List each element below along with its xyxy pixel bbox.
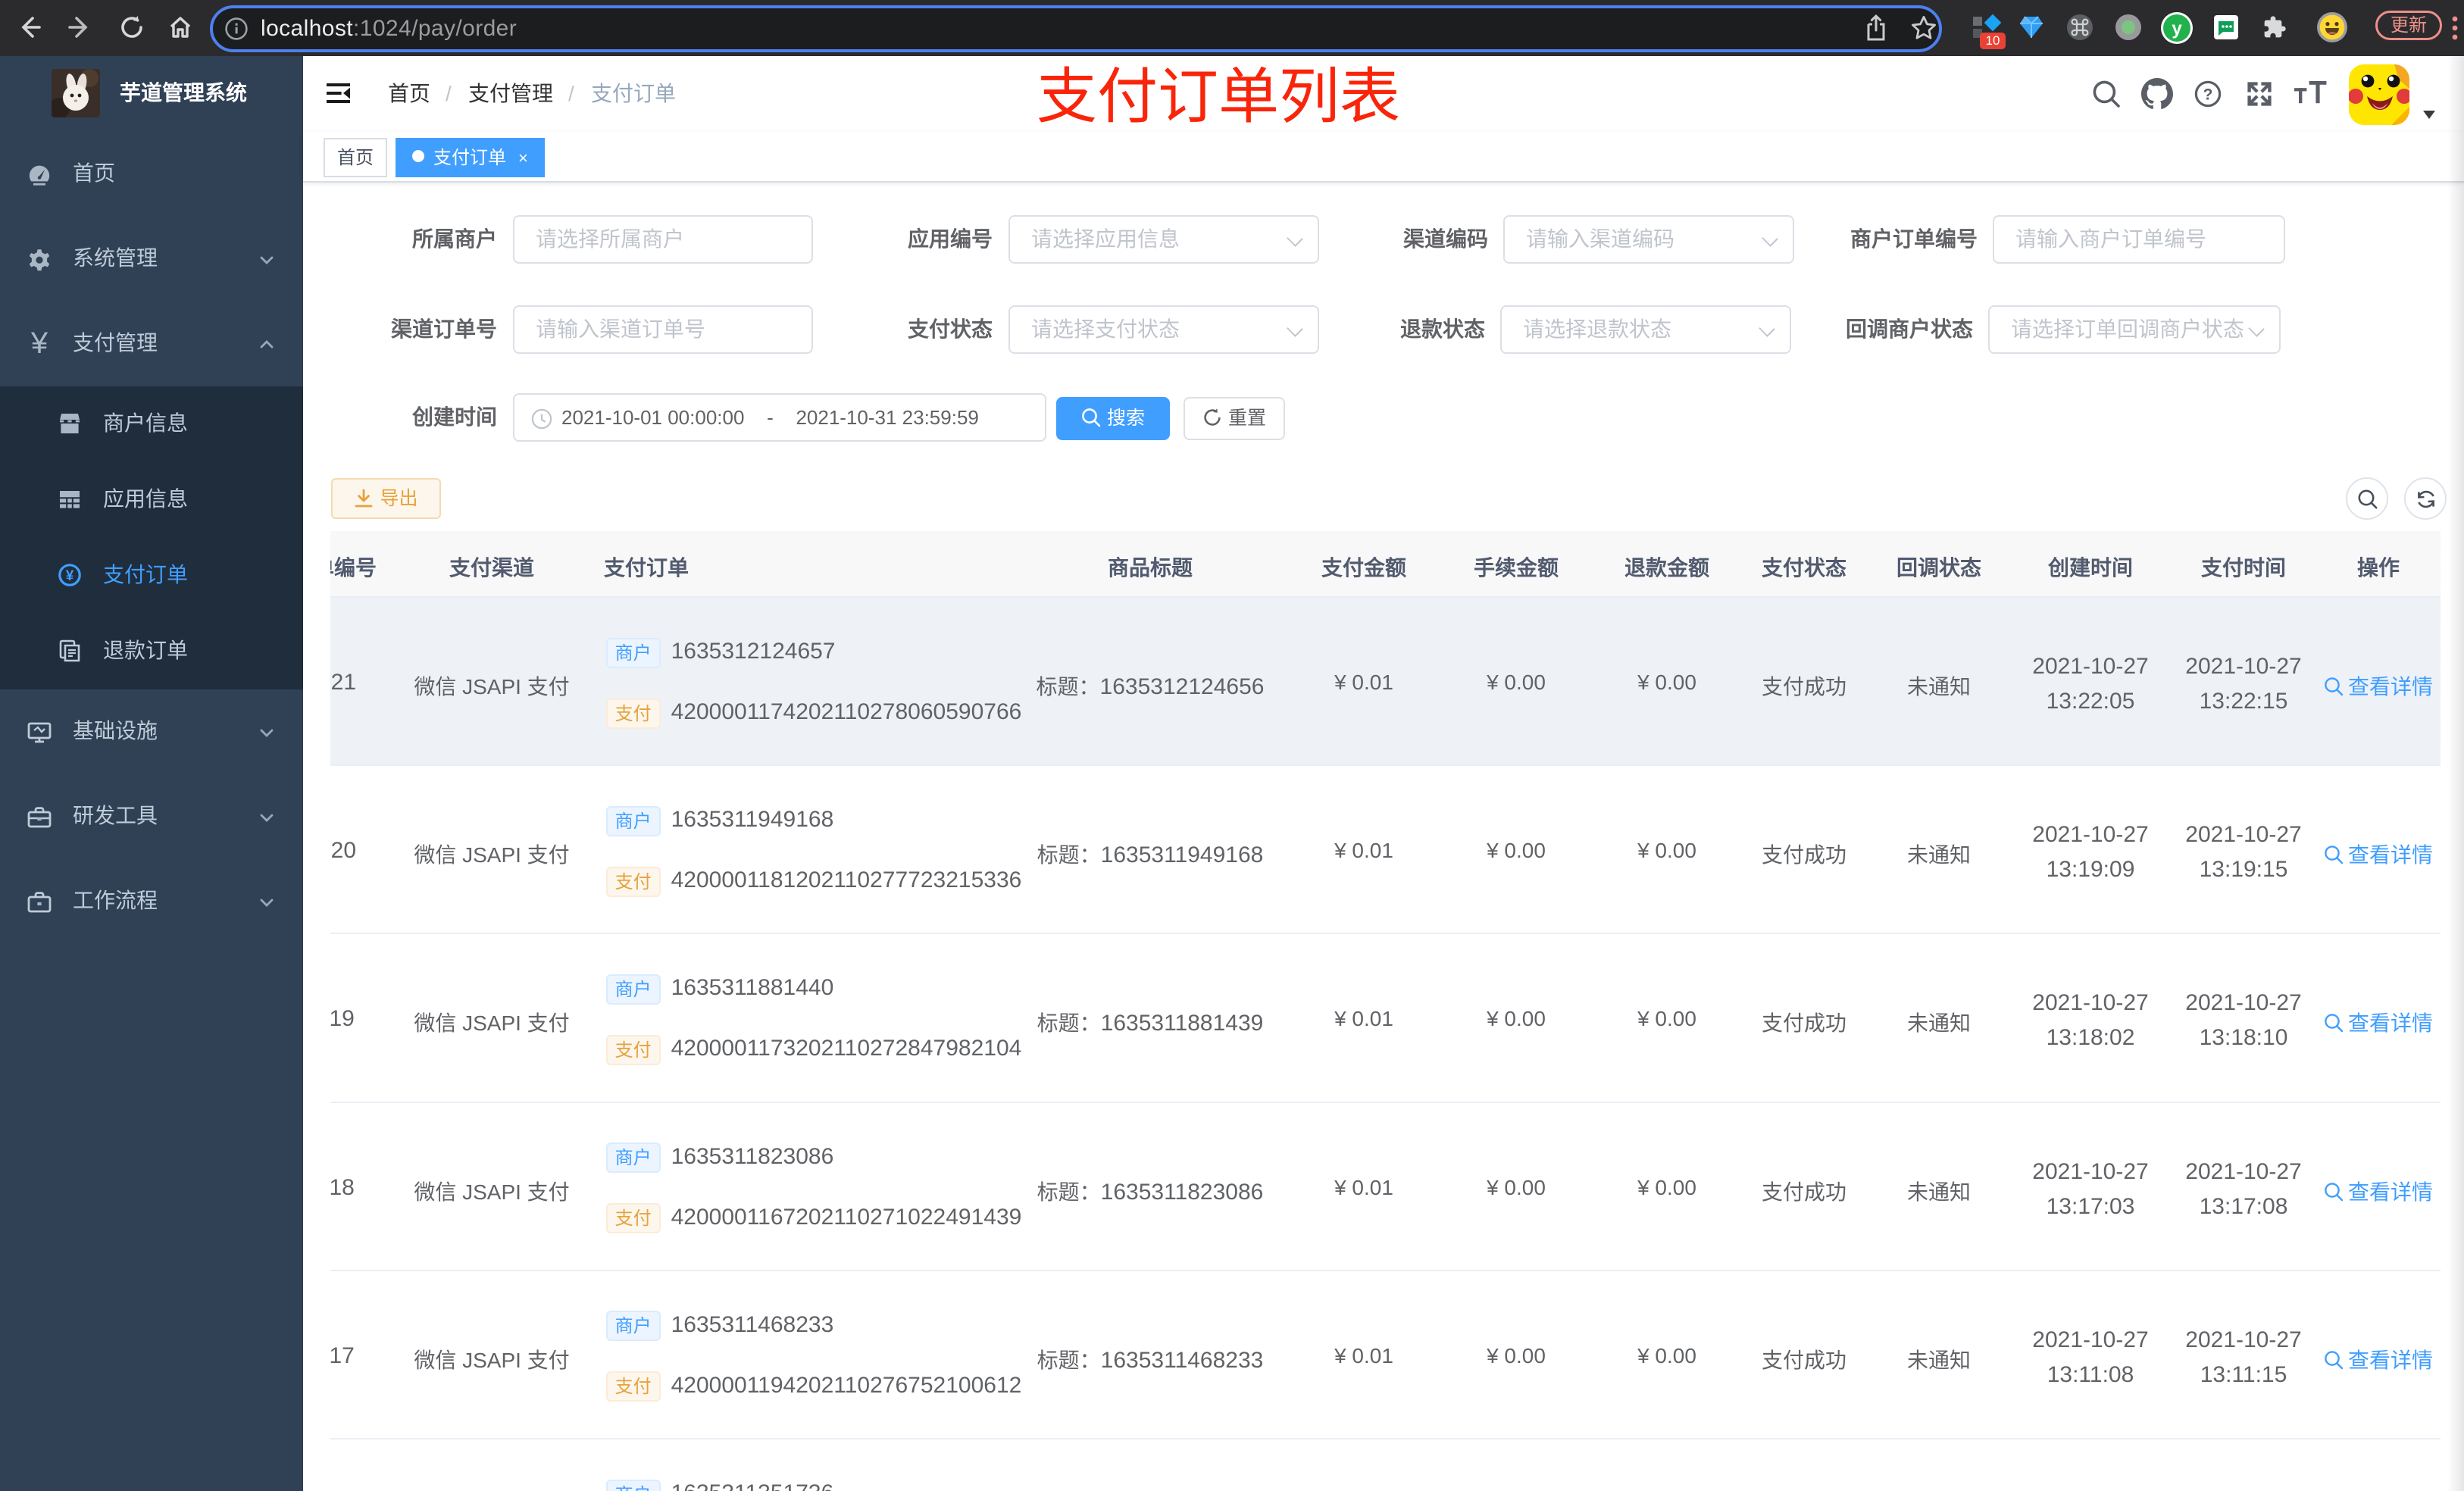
svg-text:¥: ¥ <box>66 568 74 584</box>
svg-text:y: y <box>2172 19 2182 39</box>
svg-text:?: ? <box>2203 86 2213 104</box>
